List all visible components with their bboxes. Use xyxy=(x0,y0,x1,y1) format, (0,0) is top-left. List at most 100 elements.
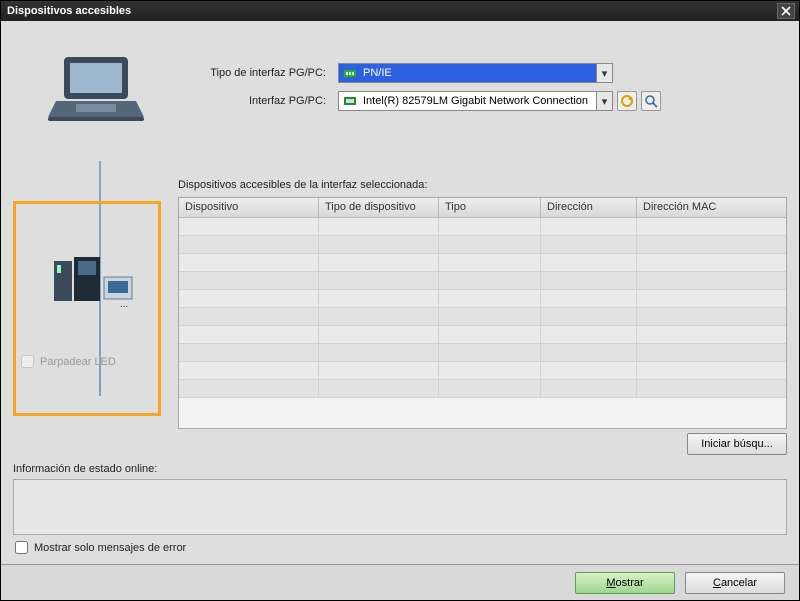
table-cell xyxy=(439,380,541,397)
upper-section: Tipo de interfaz PG/PC: PN/IE ▾ Interfaz… xyxy=(13,31,787,161)
table-row[interactable] xyxy=(179,308,786,326)
table-cell xyxy=(319,236,439,253)
table-cell xyxy=(439,254,541,271)
col-device-type[interactable]: Tipo de dispositivo xyxy=(319,198,439,217)
table-cell xyxy=(541,236,637,253)
table-cell xyxy=(439,326,541,343)
errors-only-checkbox[interactable]: Mostrar solo mensajes de error xyxy=(13,535,787,556)
table-row[interactable] xyxy=(179,326,786,344)
plc-hmi-icon: ... xyxy=(48,253,138,309)
table-cell xyxy=(319,362,439,379)
table-cell xyxy=(637,236,786,253)
titlebar: Dispositivos accesibles xyxy=(1,1,799,21)
table-cell xyxy=(439,290,541,307)
table-row[interactable] xyxy=(179,236,786,254)
table-column: Dispositivos accesibles de la interfaz s… xyxy=(178,161,787,429)
refresh-icon xyxy=(620,94,634,108)
cancel-button[interactable]: Cancelar xyxy=(685,572,785,594)
interface-value: Intel(R) 82579LM Gigabit Network Connect… xyxy=(361,95,596,107)
table-cell xyxy=(637,326,786,343)
table-cell xyxy=(637,308,786,325)
table-cell xyxy=(179,272,319,289)
table-row[interactable] xyxy=(179,380,786,398)
table-cell xyxy=(179,326,319,343)
chevron-down-icon: ▾ xyxy=(596,64,612,82)
mid-section: ... Parpadear LED Dispositivos accesible… xyxy=(13,161,787,429)
table-cell xyxy=(319,254,439,271)
interface-label: Interfaz PG/PC: xyxy=(178,95,338,107)
table-cell xyxy=(439,272,541,289)
table-cell xyxy=(319,290,439,307)
interface-row: Interfaz PG/PC: Intel(R) 82579LM Gigabit… xyxy=(178,89,787,113)
table-body xyxy=(179,218,786,428)
col-mac[interactable]: Dirección MAC xyxy=(637,198,786,217)
network-icon xyxy=(342,65,358,81)
table-cell xyxy=(319,380,439,397)
properties-button[interactable] xyxy=(641,91,661,111)
table-cell xyxy=(179,218,319,235)
table-header: Dispositivo Tipo de dispositivo Tipo Dir… xyxy=(179,198,786,218)
chevron-down-icon: ▾ xyxy=(596,92,612,110)
table-row[interactable] xyxy=(179,344,786,362)
table-cell xyxy=(541,362,637,379)
content-area: Tipo de interfaz PG/PC: PN/IE ▾ Interfaz… xyxy=(1,21,799,564)
interface-type-select[interactable]: PN/IE ▾ xyxy=(338,63,613,83)
table-cell xyxy=(541,344,637,361)
col-device[interactable]: Dispositivo xyxy=(179,198,319,217)
table-cell xyxy=(541,254,637,271)
col-address[interactable]: Dirección xyxy=(541,198,637,217)
show-button[interactable]: Mostrar xyxy=(575,572,675,594)
table-row[interactable] xyxy=(179,254,786,272)
devices-illustration: ... xyxy=(48,253,138,312)
table-cell xyxy=(179,380,319,397)
table-cell xyxy=(637,218,786,235)
laptop-icon xyxy=(46,51,146,131)
errors-only-label: Mostrar solo mensajes de error xyxy=(34,542,186,554)
svg-text:...: ... xyxy=(120,299,128,309)
table-cell xyxy=(319,272,439,289)
laptop-illustration-area xyxy=(13,31,178,161)
table-cell xyxy=(541,272,637,289)
config-area: Tipo de interfaz PG/PC: PN/IE ▾ Interfaz… xyxy=(178,31,787,161)
table-cell xyxy=(179,308,319,325)
table-cell xyxy=(637,380,786,397)
errors-only-input[interactable] xyxy=(15,541,28,554)
close-button[interactable] xyxy=(777,3,795,19)
devices-table[interactable]: Dispositivo Tipo de dispositivo Tipo Dir… xyxy=(178,197,787,429)
interface-type-label: Tipo de interfaz PG/PC: xyxy=(178,67,338,79)
table-cell xyxy=(637,272,786,289)
blink-led-input[interactable] xyxy=(21,355,34,368)
table-cell xyxy=(541,218,637,235)
table-row[interactable] xyxy=(179,290,786,308)
table-title: Dispositivos accesibles de la interfaz s… xyxy=(178,179,787,191)
table-row[interactable] xyxy=(179,272,786,290)
table-cell xyxy=(439,218,541,235)
table-cell xyxy=(637,254,786,271)
table-cell xyxy=(179,362,319,379)
table-cell xyxy=(319,326,439,343)
col-type[interactable]: Tipo xyxy=(439,198,541,217)
blink-led-checkbox[interactable]: Parpadear LED xyxy=(21,355,116,368)
table-cell xyxy=(541,290,637,307)
search-row: Iniciar búsqu... xyxy=(13,429,787,463)
start-search-button[interactable]: Iniciar búsqu... xyxy=(687,433,787,455)
table-row[interactable] xyxy=(179,218,786,236)
interface-select[interactable]: Intel(R) 82579LM Gigabit Network Connect… xyxy=(338,91,613,111)
table-row[interactable] xyxy=(179,362,786,380)
table-cell xyxy=(179,344,319,361)
table-cell xyxy=(637,344,786,361)
status-box[interactable] xyxy=(13,479,787,535)
search-icon xyxy=(644,94,658,108)
window-title: Dispositivos accesibles xyxy=(5,5,777,17)
table-cell xyxy=(541,380,637,397)
table-cell xyxy=(319,308,439,325)
start-search-label: Iniciar búsqu... xyxy=(701,438,773,450)
table-cell xyxy=(179,254,319,271)
cancel-label: Cancelar xyxy=(713,577,757,589)
table-cell xyxy=(439,236,541,253)
interface-type-value: PN/IE xyxy=(361,67,596,79)
table-cell xyxy=(319,344,439,361)
table-cell xyxy=(439,362,541,379)
table-cell xyxy=(637,362,786,379)
refresh-button[interactable] xyxy=(617,91,637,111)
